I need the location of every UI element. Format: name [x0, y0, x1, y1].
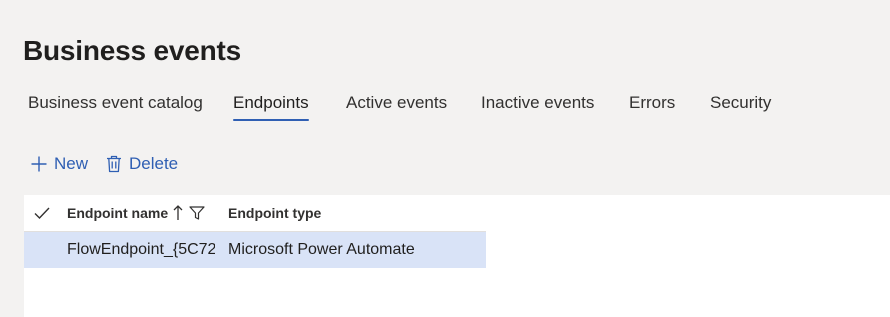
tab-endpoints[interactable]: Endpoints [233, 90, 309, 121]
endpoint-type-cell: Microsoft Power Automate [228, 241, 415, 258]
delete-button-label: Delete [129, 154, 179, 173]
plus-icon [30, 155, 48, 173]
column-header-endpoint-name[interactable]: Endpoint name [67, 195, 168, 231]
trash-icon [106, 155, 122, 173]
tab-business-event-catalog[interactable]: Business event catalog [28, 90, 203, 116]
tab-inactive-events[interactable]: Inactive events [481, 90, 594, 116]
table-row[interactable]: FlowEndpoint_{5C72 Microsoft Power Autom… [24, 232, 486, 268]
column-header-endpoint-type[interactable]: Endpoint type [228, 195, 321, 231]
page-title: Business events [23, 35, 241, 66]
filter-icon[interactable] [189, 206, 205, 225]
active-tab-indicator [233, 119, 309, 121]
sort-ascending-icon[interactable] [173, 205, 183, 226]
column-header-label: Endpoint type [228, 205, 322, 221]
tab-security[interactable]: Security [710, 90, 771, 116]
column-header-label: Endpoint name [67, 205, 169, 221]
new-button[interactable]: New [30, 151, 88, 177]
tab-active-events[interactable]: Active events [346, 90, 447, 116]
new-button-label: New [54, 154, 89, 173]
tab-errors[interactable]: Errors [629, 90, 675, 116]
endpoint-name-cell[interactable]: FlowEndpoint_{5C72 [67, 232, 215, 268]
delete-button[interactable]: Delete [106, 151, 178, 177]
endpoints-grid: Endpoint name Endpoint type FlowEndpoint… [24, 195, 890, 317]
tab-endpoints-label: Endpoints [233, 93, 309, 112]
grid-header: Endpoint name Endpoint type [24, 195, 486, 232]
select-all-checkmark-icon[interactable] [34, 206, 50, 225]
